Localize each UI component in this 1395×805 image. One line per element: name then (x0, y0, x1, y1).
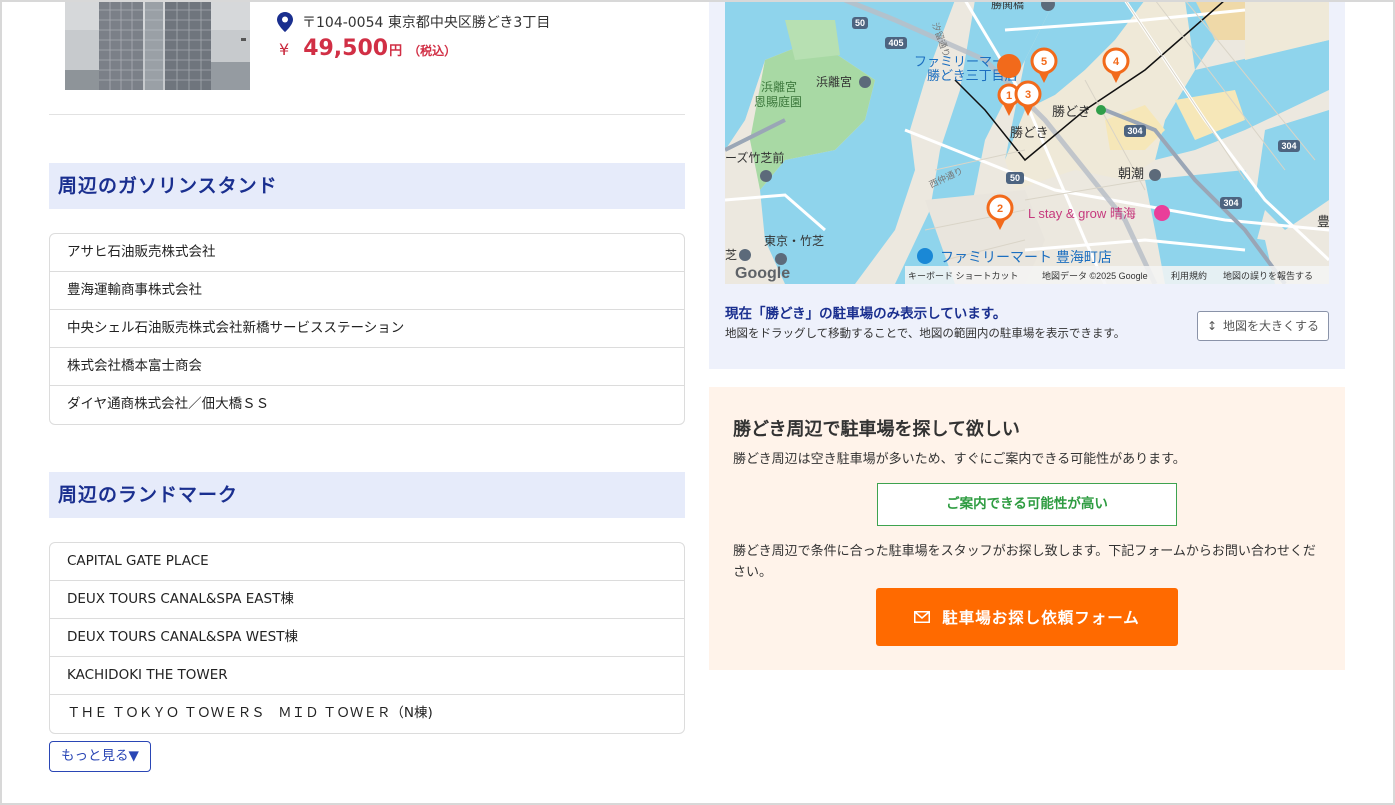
show-more-button[interactable]: もっと見る▼ (49, 741, 151, 772)
map-label-hamarikyu: 浜離宮 (816, 74, 852, 89)
availability-badge: ご案内できる可能性が高い (877, 483, 1177, 526)
map-note-text: 地図をドラッグして移動することで、地図の範囲内の駐車場を表示できます。 (725, 326, 1126, 340)
google-logo: Google (735, 265, 790, 282)
list-item[interactable]: アサヒ石油販売株式会社 (50, 234, 684, 272)
vertical-arrows-icon: ↕ (1206, 319, 1218, 333)
map-label-hamarikyu-garden-2: 恩賜庭園 (754, 94, 802, 109)
location-pin-icon (277, 12, 293, 32)
enlarge-map-button[interactable]: ↕ 地図を大きくする (1197, 311, 1329, 341)
map-label-hamarikyu-garden-1: 浜離宮 (761, 79, 797, 94)
list-item[interactable]: CAPITAL GATE PLACE (50, 543, 684, 581)
listing-address: 〒104-0054 東京都中央区勝どき3丁目 (277, 12, 550, 32)
svg-text:1: 1 (1006, 90, 1012, 102)
map-label-kachidoki-station: 勝どき (1052, 104, 1091, 119)
map-card: 50 405 50 304 304 304 浜離宮 浜離宮 恩賜庭園 ファミリー… (709, 0, 1345, 369)
map-label-kachidoki-area: 勝どき (1010, 125, 1049, 140)
listing-price: ¥ 49,500 円 （税込） (279, 36, 456, 61)
svg-text:3: 3 (1025, 89, 1031, 101)
map-label-toyo: 豊 (1317, 214, 1329, 229)
yen-icon: ¥ (279, 40, 290, 59)
landmarks-list: CAPITAL GATE PLACE DEUX TOURS CANAL&SPA … (49, 542, 685, 734)
map-note-title: 現在「勝どき」の駐車場のみ表示しています。 (725, 306, 1007, 322)
map-label-familymart-toyomi: ファミリーマート 豊海町店 (940, 249, 1112, 265)
section-divider (49, 114, 685, 115)
parking-request-form-label: 駐車場お探し依頼フォーム (942, 609, 1140, 627)
map-keyboard-shortcuts-link[interactable]: キーボード ショートカット (908, 271, 1019, 281)
map-label-shio: 芝 (725, 247, 737, 262)
tax-note: （税込） (408, 44, 457, 58)
route-shield-304c: 304 (1223, 198, 1238, 208)
enlarge-map-label: 地図を大きくする (1223, 319, 1320, 333)
route-shield-304b: 304 (1281, 141, 1296, 151)
parking-search-description: 勝どき周辺は空き駐車場が多いため、すぐにご案内できる可能性があります。 (733, 452, 1186, 467)
map-label-asashio: 朝潮 (1118, 166, 1144, 181)
map-report-link[interactable]: 地図の誤りを報告する (1223, 270, 1313, 281)
list-item[interactable]: DEUX TOURS CANAL&SPA WEST棟 (50, 619, 684, 657)
landmarks-heading: 周辺のランドマーク (49, 472, 685, 518)
route-shield-50b: 50 (1010, 173, 1020, 183)
list-item[interactable]: KACHIDOKI THE TOWER (50, 657, 684, 695)
parking-map[interactable]: 50 405 50 304 304 304 浜離宮 浜離宮 恩賜庭園 ファミリー… (725, 0, 1329, 284)
mail-icon (914, 611, 931, 623)
price-value: 49,500 (303, 36, 389, 61)
list-item[interactable]: 株式会社橋本富士商会 (50, 348, 684, 386)
list-item[interactable]: ダイヤ通商株式会社／佃大橋ＳＳ (50, 386, 684, 424)
list-item[interactable]: 豊海運輸商事株式会社 (50, 272, 684, 310)
route-shield-405: 405 (888, 38, 903, 48)
map-label-kachidoki-bridge: 勝鬨橋 (991, 0, 1024, 11)
parking-request-form-button[interactable]: 駐車場お探し依頼フォーム (876, 588, 1178, 646)
svg-text:4: 4 (1113, 56, 1120, 68)
gas-stations-list: アサヒ石油販売株式会社 豊海運輸商事株式会社 中央シェル石油販売株式会社新橋サー… (49, 233, 685, 425)
route-shield-304a: 304 (1127, 126, 1142, 136)
gas-stations-heading: 周辺のガソリンスタンド (49, 163, 685, 209)
map-label-tokyo-takeshiba: 東京・竹芝 (764, 233, 824, 248)
parking-search-title: 勝どき周辺で駐車場を探して欲しい (733, 419, 1020, 440)
map-label-lstay: L stay & grow 晴海 (1028, 206, 1136, 221)
parking-search-body: 勝どき周辺で条件に合った駐車場をスタッフがお探し致します。下記フォームからお問い… (733, 544, 1316, 580)
list-item[interactable]: ＴＨＥ ＴＯＫＹＯ ＴＯＷＥＲＳ ＭＩＤ ＴＯＷＥＲ（N棟) (50, 695, 684, 733)
building-photo (65, 0, 250, 90)
svg-text:5: 5 (1041, 56, 1047, 68)
route-shield-50a: 50 (855, 18, 865, 28)
list-item[interactable]: DEUX TOURS CANAL&SPA EAST棟 (50, 581, 684, 619)
map-data-attribution: 地図データ ©2025 Google (1042, 270, 1148, 281)
address-text: 〒104-0054 東京都中央区勝どき3丁目 (302, 15, 551, 31)
map-terms-link[interactable]: 利用規約 (1171, 270, 1207, 281)
svg-text:2: 2 (997, 203, 1003, 215)
list-item[interactable]: 中央シェル石油販売株式会社新橋サービスステーション (50, 310, 684, 348)
parking-search-card: 勝どき周辺で駐車場を探して欲しい 勝どき周辺は空き駐車場が多いため、すぐにご案内… (709, 387, 1345, 670)
map-label-takeshiba-mae: ーズ竹芝前 (725, 150, 784, 165)
price-unit: 円 (389, 44, 403, 59)
